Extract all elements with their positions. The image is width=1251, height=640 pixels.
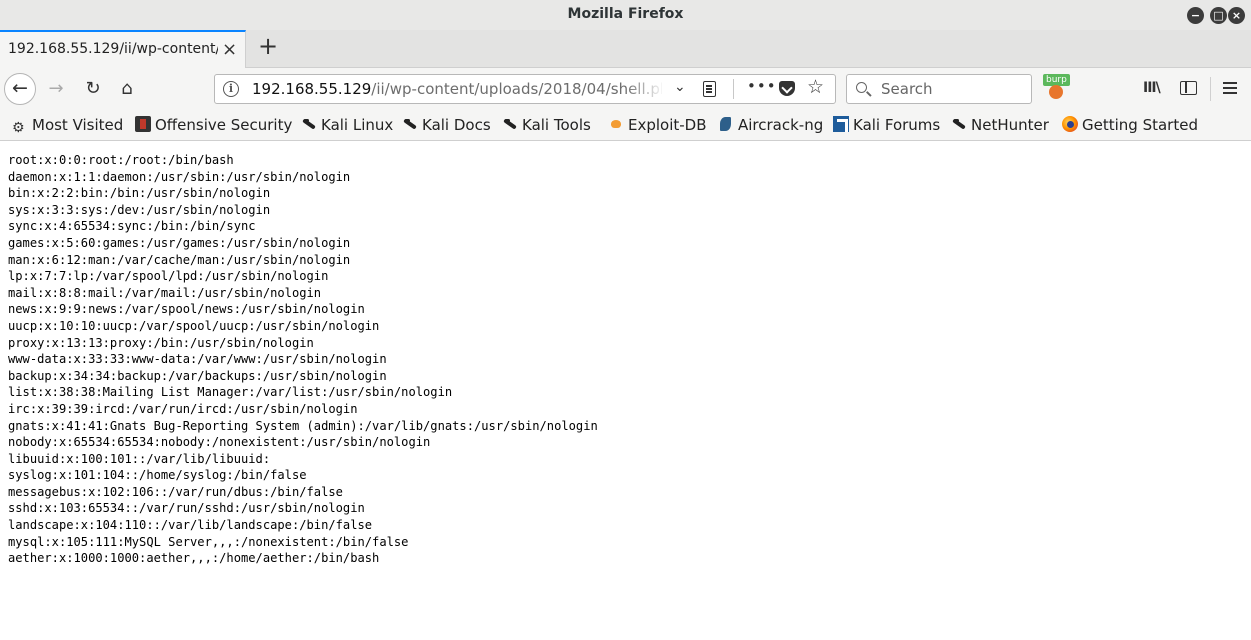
- bookmark-kali-tools[interactable]: Kali Tools: [502, 116, 591, 134]
- bookmarks-toolbar: ⚙ Most Visited Offensive Security Kali Li…: [0, 110, 1251, 141]
- bookmark-kali-docs[interactable]: Kali Docs: [402, 116, 491, 134]
- passwd-line: uucp:x:10:10:uucp:/var/spool/uucp:/usr/s…: [8, 318, 380, 333]
- passwd-line: mail:x:8:8:mail:/var/mail:/usr/sbin/nolo…: [8, 285, 322, 300]
- url-text[interactable]: 192.168.55.129/ii/wp-content/uploads/201…: [252, 80, 662, 98]
- url-fade: [625, 77, 665, 101]
- passwd-line: bin:x:2:2:bin:/bin:/usr/sbin/nologin: [8, 186, 271, 201]
- pocket-icon[interactable]: [779, 81, 795, 96]
- gear-icon: ⚙: [12, 120, 25, 136]
- burp-icon: [1049, 85, 1063, 99]
- passwd-line: nobody:x:65534:65534:nobody:/nonexistent…: [8, 435, 431, 450]
- new-tab-button[interactable]: +: [256, 32, 280, 62]
- passwd-line: backup:x:34:34:backup:/var/backups:/usr/…: [8, 368, 387, 383]
- tab-shell-php[interactable]: 192.168.55.129/ii/wp-content/uploads/201…: [0, 30, 246, 68]
- bookmark-offensive-security[interactable]: Offensive Security: [135, 116, 292, 134]
- bookmark-kali-linux[interactable]: Kali Linux: [301, 116, 393, 134]
- passwd-line: daemon:x:1:1:daemon:/usr/sbin:/usr/sbin/…: [8, 169, 351, 184]
- passwd-line: www-data:x:33:33:www-data:/var/www:/usr/…: [8, 352, 387, 367]
- bookmark-getting-started[interactable]: Getting Started: [1062, 116, 1198, 134]
- bookmark-label: Exploit-DB: [628, 116, 707, 134]
- bookmark-label: Kali Linux: [321, 116, 394, 134]
- minimize-button[interactable]: −: [1187, 7, 1204, 24]
- kali-forums-icon: [833, 116, 849, 132]
- tab-strip: 192.168.55.129/ii/wp-content/uploads/201…: [0, 30, 1251, 68]
- library-icon[interactable]: III\: [1143, 80, 1161, 96]
- passwd-line: mysql:x:105:111:MySQL Server,,,:/nonexis…: [8, 534, 409, 549]
- passwd-line: news:x:9:9:news:/var/spool/news:/usr/sbi…: [8, 302, 365, 317]
- kali-icon: [951, 116, 967, 132]
- passwd-line: landscape:x:104:110::/var/lib/landscape:…: [8, 518, 373, 533]
- search-bar[interactable]: Search: [846, 74, 1032, 104]
- window-titlebar: Mozilla Firefox − □ ×: [0, 0, 1251, 30]
- url-dropdown-icon[interactable]: ⌄: [674, 79, 686, 95]
- reader-view-icon[interactable]: [703, 81, 716, 97]
- sidebar-toggle-icon[interactable]: [1180, 81, 1197, 95]
- home-button[interactable]: ⌂: [113, 75, 141, 103]
- url-separator: [733, 79, 734, 99]
- firefox-icon: [1062, 116, 1078, 132]
- reload-button[interactable]: ↻: [80, 75, 106, 103]
- bookmark-label: Aircrack-ng: [738, 116, 824, 134]
- passwd-line: sync:x:4:65534:sync:/bin:/bin/sync: [8, 219, 256, 234]
- url-host: 192.168.55.129: [252, 80, 372, 98]
- bookmark-most-visited[interactable]: ⚙ Most Visited: [12, 116, 123, 136]
- page-actions-icon[interactable]: •••: [747, 77, 777, 95]
- passwd-line: gnats:x:41:41:Gnats Bug-Reporting System…: [8, 418, 598, 433]
- kali-icon: [301, 116, 317, 132]
- tab-close-icon[interactable]: ×: [222, 39, 237, 60]
- offsec-icon: [135, 116, 151, 132]
- back-button[interactable]: ←: [4, 73, 36, 105]
- bookmark-label: Kali Tools: [522, 116, 591, 134]
- forward-button[interactable]: →: [43, 75, 69, 103]
- toolbar-separator: [1210, 77, 1211, 101]
- hamburger-menu-icon[interactable]: [1223, 82, 1237, 84]
- bookmark-aircrack-ng[interactable]: Aircrack-ng: [718, 116, 823, 134]
- passwd-line: syslog:x:101:104::/home/syslog:/bin/fals…: [8, 468, 307, 483]
- bookmark-kali-forums[interactable]: Kali Forums: [833, 116, 940, 134]
- url-bar[interactable]: i 192.168.55.129/ii/wp-content/uploads/2…: [214, 74, 836, 104]
- window-title: Mozilla Firefox: [567, 6, 684, 22]
- url-path: /ii/wp-content/uploads/2018/04/shell.php: [371, 80, 662, 98]
- burp-extension-button[interactable]: burp: [1041, 74, 1075, 102]
- passwd-line: games:x:5:60:games:/usr/games:/usr/sbin/…: [8, 235, 351, 250]
- bookmark-label: Getting Started: [1082, 116, 1198, 134]
- passwd-line: aether:x:1000:1000:aether,,,:/home/aethe…: [8, 551, 380, 566]
- tab-title: 192.168.55.129/ii/wp-content/uploads/201…: [8, 41, 218, 57]
- exploit-db-icon: [608, 116, 624, 132]
- search-icon: [856, 82, 867, 93]
- site-info-icon[interactable]: i: [223, 81, 239, 97]
- bookmark-nethunter[interactable]: NetHunter: [951, 116, 1049, 134]
- bookmark-label: Most Visited: [32, 116, 124, 134]
- passwd-line: proxy:x:13:13:proxy:/bin:/usr/sbin/nolog…: [8, 335, 314, 350]
- passwd-line: messagebus:x:102:106::/var/run/dbus:/bin…: [8, 484, 343, 499]
- bookmark-label: Kali Forums: [853, 116, 941, 134]
- kali-icon: [402, 116, 418, 132]
- close-window-button[interactable]: ×: [1228, 7, 1245, 24]
- passwd-line: root:x:0:0:root:/root:/bin/bash: [8, 153, 234, 167]
- search-placeholder[interactable]: Search: [881, 80, 933, 98]
- passwd-output: root:x:0:0:root:/root:/bin/bash daemon:x:…: [8, 152, 598, 567]
- passwd-line: libuuid:x:100:101::/var/lib/libuuid:: [8, 451, 271, 466]
- maximize-button[interactable]: □: [1210, 7, 1227, 24]
- passwd-line: irc:x:39:39:ircd:/var/run/ircd:/usr/sbin…: [8, 401, 358, 416]
- navigation-toolbar: ← → ↻ ⌂ i 192.168.55.129/ii/wp-content/u…: [0, 68, 1251, 110]
- bookmark-exploit-db[interactable]: Exploit-DB: [608, 116, 707, 134]
- passwd-line: sys:x:3:3:sys:/dev:/usr/sbin/nologin: [8, 202, 271, 217]
- bookmark-star-icon[interactable]: ☆: [807, 76, 824, 98]
- bookmark-label: Offensive Security: [155, 116, 293, 134]
- passwd-line: lp:x:7:7:lp:/var/spool/lpd:/usr/sbin/nol…: [8, 269, 329, 284]
- passwd-line: sshd:x:103:65534::/var/run/sshd:/usr/sbi…: [8, 501, 365, 516]
- page-content: root:x:0:0:root:/root:/bin/bash daemon:x:…: [0, 142, 1251, 640]
- passwd-line: man:x:6:12:man:/var/cache/man:/usr/sbin/…: [8, 252, 351, 267]
- bookmark-label: NetHunter: [971, 116, 1049, 134]
- aircrack-icon: [718, 116, 734, 132]
- bookmark-label: Kali Docs: [422, 116, 491, 134]
- passwd-line: list:x:38:38:Mailing List Manager:/var/l…: [8, 385, 453, 400]
- kali-icon: [502, 116, 518, 132]
